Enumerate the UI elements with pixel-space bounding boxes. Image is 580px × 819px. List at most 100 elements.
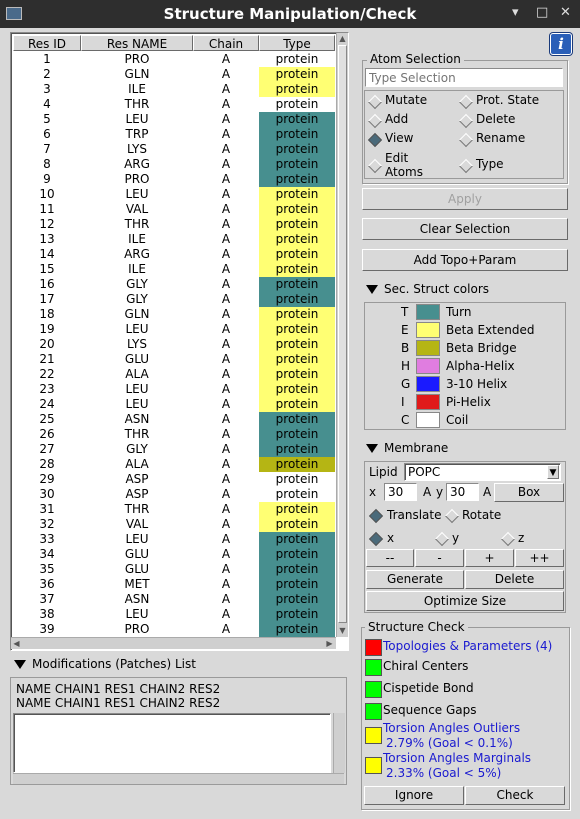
x-size-input[interactable] bbox=[384, 483, 417, 501]
table-row[interactable]: 14 ARG Aprotein bbox=[13, 247, 335, 262]
table-row[interactable]: 27 GLY Aprotein bbox=[13, 442, 335, 457]
cell-type: protein bbox=[259, 472, 335, 487]
sec-struct-label: Turn bbox=[446, 305, 472, 319]
info-icon[interactable]: i bbox=[550, 33, 572, 55]
cell-chain: A bbox=[221, 532, 231, 546]
optimize-size-button[interactable]: Optimize Size bbox=[366, 591, 564, 611]
table-row[interactable]: 15 ILE Aprotein bbox=[13, 262, 335, 277]
table-row[interactable]: 25 ASN Aprotein bbox=[13, 412, 335, 427]
col-res-id[interactable]: Res ID bbox=[13, 35, 81, 51]
apply-button[interactable]: Apply bbox=[362, 188, 568, 210]
scroll-thumb[interactable] bbox=[338, 45, 347, 623]
table-row[interactable]: 20 LYS Aprotein bbox=[13, 337, 335, 352]
check-item-label[interactable]: Topologies & Parameters (4) bbox=[383, 639, 552, 653]
table-row[interactable]: 33 LEU Aprotein bbox=[13, 532, 335, 547]
table-row[interactable]: 23 LEU Aprotein bbox=[13, 382, 335, 397]
col-chain[interactable]: Chain bbox=[193, 35, 259, 51]
table-row[interactable]: 10 LEU Aprotein bbox=[13, 187, 335, 202]
modifications-toggle[interactable]: Modifications (Patches) List bbox=[14, 657, 196, 671]
table-row[interactable]: 22 ALA Aprotein bbox=[13, 367, 335, 382]
modifications-hscrollbar[interactable] bbox=[13, 773, 344, 784]
clear-selection-button[interactable]: Clear Selection bbox=[362, 218, 568, 240]
add-topo-param-button[interactable]: Add Topo+Param bbox=[362, 249, 568, 271]
cell-type: protein bbox=[259, 232, 335, 247]
table-row[interactable]: 5 LEU Aprotein bbox=[13, 112, 335, 127]
cell-id: 25 bbox=[39, 412, 55, 426]
type-selection-input[interactable] bbox=[365, 68, 563, 87]
box-button[interactable]: Box bbox=[494, 483, 564, 502]
table-row[interactable]: 3 ILE Aprotein bbox=[13, 82, 335, 97]
axis-x-label: x bbox=[387, 531, 395, 545]
table-hscrollbar[interactable]: ◀ ▶ bbox=[11, 637, 336, 649]
x-unit-label: A bbox=[423, 485, 432, 499]
minimize-button[interactable]: ▾ bbox=[512, 5, 519, 20]
ignore-button[interactable]: Ignore bbox=[364, 786, 464, 805]
step-minus-minus-button[interactable]: -- bbox=[366, 549, 414, 567]
cell-id: 35 bbox=[39, 562, 55, 576]
table-row[interactable]: 12 THR Aprotein bbox=[13, 217, 335, 232]
table-row[interactable]: 7 LYS Aprotein bbox=[13, 142, 335, 157]
cell-id: 14 bbox=[39, 247, 55, 261]
step-plus-button[interactable]: + bbox=[465, 549, 514, 567]
scroll-up-icon[interactable]: ▲ bbox=[337, 33, 348, 44]
table-row[interactable]: 36 MET Aprotein bbox=[13, 577, 335, 592]
check-item-detail[interactable]: 2.33% (Goal < 5%) bbox=[386, 766, 501, 780]
scroll-right-icon[interactable]: ▶ bbox=[324, 638, 335, 649]
table-row[interactable]: 9 PRO Aprotein bbox=[13, 172, 335, 187]
table-row[interactable]: 32 VAL Aprotein bbox=[13, 517, 335, 532]
cell-id: 24 bbox=[39, 397, 55, 411]
table-row[interactable]: 35 GLU Aprotein bbox=[13, 562, 335, 577]
cell-name: ILE bbox=[128, 262, 146, 276]
cell-name: ASN bbox=[124, 592, 150, 606]
table-row[interactable]: 34 GLU Aprotein bbox=[13, 547, 335, 562]
col-type[interactable]: Type bbox=[259, 35, 335, 51]
sec-struct-code: I bbox=[401, 395, 405, 409]
delete-membrane-button[interactable]: Delete bbox=[465, 570, 564, 589]
table-row[interactable]: 2 GLN Aprotein bbox=[13, 67, 335, 82]
y-size-input[interactable] bbox=[446, 483, 479, 501]
table-row[interactable]: 11 VAL Aprotein bbox=[13, 202, 335, 217]
maximize-button[interactable]: □ bbox=[536, 5, 548, 20]
cell-type: protein bbox=[259, 487, 335, 502]
cell-chain: A bbox=[221, 337, 231, 351]
chevron-down-icon[interactable]: ▼ bbox=[547, 465, 559, 479]
col-res-name[interactable]: Res NAME bbox=[81, 35, 193, 51]
scroll-down-icon[interactable]: ▼ bbox=[337, 625, 348, 636]
table-row[interactable]: 18 GLN Aprotein bbox=[13, 307, 335, 322]
table-row[interactable]: 30 ASP Aprotein bbox=[13, 487, 335, 502]
table-row[interactable]: 21 GLU Aprotein bbox=[13, 352, 335, 367]
modifications-vscrollbar[interactable] bbox=[333, 713, 345, 773]
lipid-select[interactable]: POPC ▼ bbox=[404, 463, 561, 481]
table-row[interactable]: 8 ARG Aprotein bbox=[13, 157, 335, 172]
check-button[interactable]: Check bbox=[465, 786, 565, 805]
close-button[interactable]: ✕ bbox=[560, 5, 571, 20]
cell-id: 26 bbox=[39, 427, 55, 441]
table-row[interactable]: 37 ASN Aprotein bbox=[13, 592, 335, 607]
check-item-detail[interactable]: 2.79% (Goal < 0.1%) bbox=[386, 736, 513, 750]
table-row[interactable]: 19 LEU Aprotein bbox=[13, 322, 335, 337]
membrane-toggle[interactable]: Membrane bbox=[366, 441, 448, 455]
check-item-label[interactable]: Torsion Angles Outliers bbox=[383, 721, 520, 735]
table-row[interactable]: 39 PRO Aprotein bbox=[13, 622, 335, 637]
table-row[interactable]: 16 GLY Aprotein bbox=[13, 277, 335, 292]
modifications-input-area[interactable] bbox=[13, 713, 331, 773]
generate-button[interactable]: Generate bbox=[366, 570, 464, 589]
table-row[interactable]: 29 ASP Aprotein bbox=[13, 472, 335, 487]
table-vscrollbar[interactable]: ▲ ▼ bbox=[336, 33, 348, 637]
table-row[interactable]: 38 LEU Aprotein bbox=[13, 607, 335, 622]
table-row[interactable]: 31 THR Aprotein bbox=[13, 502, 335, 517]
step-minus-button[interactable]: - bbox=[415, 549, 464, 567]
step-plus-plus-button[interactable]: ++ bbox=[515, 549, 564, 567]
table-row[interactable]: 17 GLY Aprotein bbox=[13, 292, 335, 307]
cell-name: VAL bbox=[125, 517, 149, 531]
table-row[interactable]: 13 ILE Aprotein bbox=[13, 232, 335, 247]
table-row[interactable]: 4 THR Aprotein bbox=[13, 97, 335, 112]
sec-struct-toggle[interactable]: Sec. Struct colors bbox=[366, 282, 489, 296]
table-row[interactable]: 6 TRP Aprotein bbox=[13, 127, 335, 142]
scroll-left-icon[interactable]: ◀ bbox=[11, 638, 22, 649]
check-item-label[interactable]: Torsion Angles Marginals bbox=[383, 751, 531, 765]
table-row[interactable]: 26 THR Aprotein bbox=[13, 427, 335, 442]
table-row[interactable]: 1 PRO Aprotein bbox=[13, 52, 335, 67]
table-row[interactable]: 28 ALA Aprotein bbox=[13, 457, 335, 472]
table-row[interactable]: 24 LEU Aprotein bbox=[13, 397, 335, 412]
